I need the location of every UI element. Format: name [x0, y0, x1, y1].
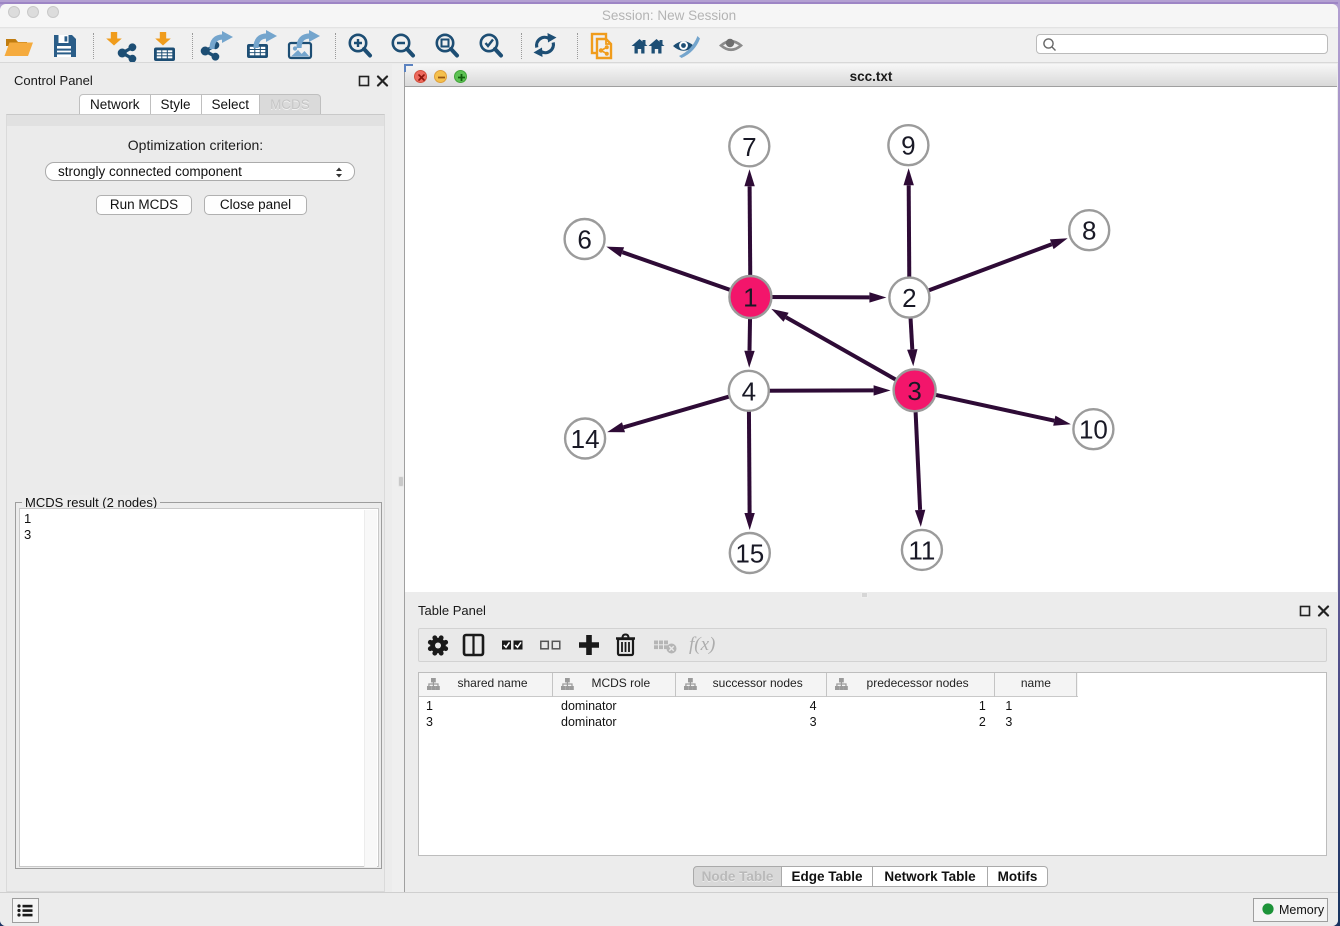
- svg-text:7: 7: [742, 132, 756, 162]
- svg-text:9: 9: [901, 131, 915, 161]
- svg-text:15: 15: [735, 539, 764, 569]
- svg-text:14: 14: [571, 424, 600, 454]
- svg-text:1: 1: [743, 283, 757, 313]
- svg-text:10: 10: [1079, 415, 1108, 445]
- svg-text:2: 2: [902, 283, 916, 313]
- svg-text:3: 3: [907, 376, 921, 406]
- svg-text:8: 8: [1082, 216, 1096, 246]
- svg-text:11: 11: [908, 535, 935, 565]
- svg-text:4: 4: [742, 376, 756, 406]
- svg-text:6: 6: [577, 225, 591, 255]
